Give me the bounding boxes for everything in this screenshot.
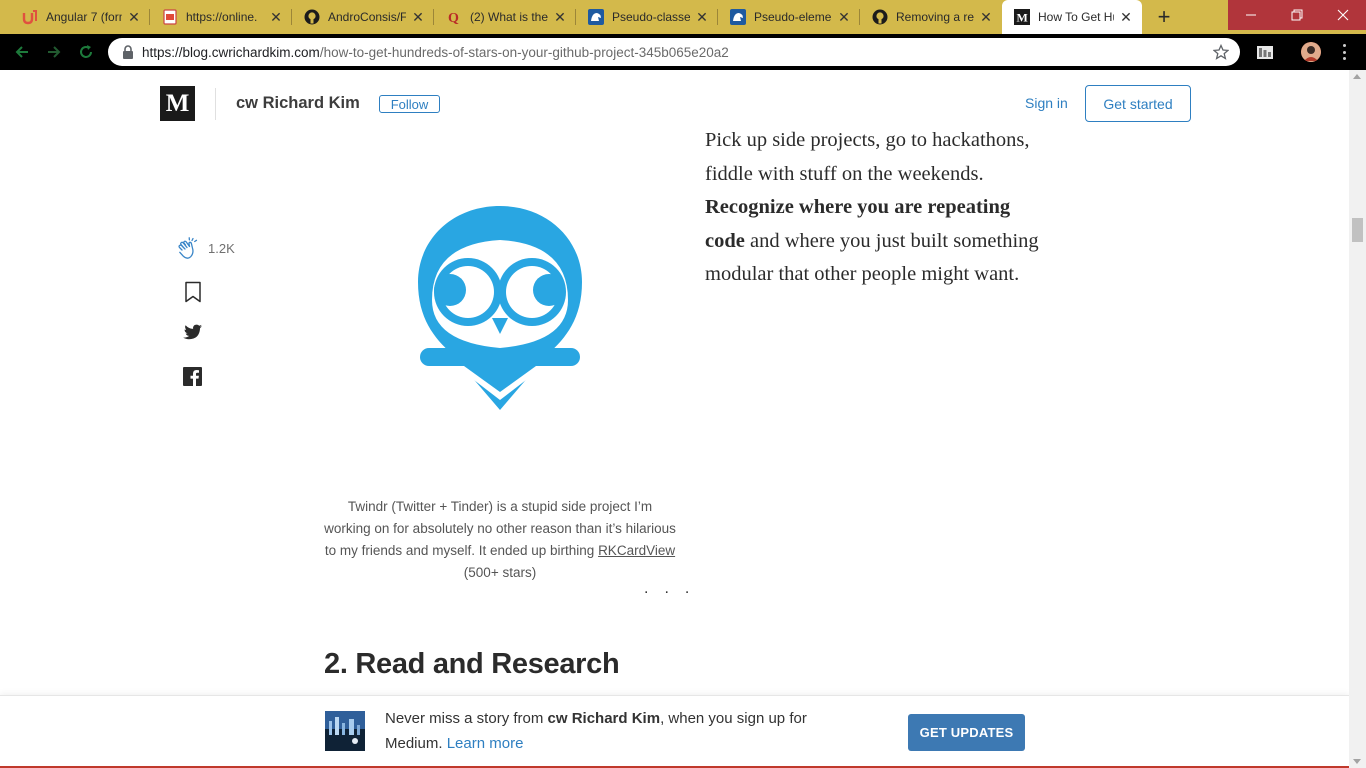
close-icon[interactable]: ✕ [268, 9, 284, 25]
reload-icon [80, 45, 92, 58]
tab-label: (2) What is the [470, 10, 548, 24]
github-icon [304, 9, 320, 25]
twitter-icon[interactable] [181, 323, 203, 343]
forward-button[interactable] [44, 42, 64, 62]
figure-caption: Twindr (Twitter + Tinder) is a stupid si… [324, 499, 676, 580]
lock-icon [120, 44, 136, 60]
address-bar[interactable]: https://blog.cwrichardkim.com/how-to-get… [108, 38, 1240, 66]
close-icon[interactable]: ✕ [410, 9, 426, 25]
back-button[interactable] [12, 42, 32, 62]
browser-toolbar: https://blog.cwrichardkim.com/how-to-get… [0, 34, 1366, 70]
quora-icon: Q [446, 9, 462, 25]
updates-footer: Never miss a story from cw Richard Kim, … [0, 695, 1349, 768]
browser-tab[interactable]: Q (2) What is the ✕ [434, 0, 576, 34]
tab-label: Removing a re [896, 10, 974, 24]
svg-text:Q: Q [448, 11, 459, 25]
browser-menu-icon[interactable] [1336, 44, 1352, 60]
tab-label: How To Get Hu [1038, 10, 1114, 24]
close-icon[interactable]: ✕ [978, 9, 994, 25]
browser-tab[interactable]: https://online. ✕ [150, 0, 292, 34]
clap-count: 1.2K [208, 241, 235, 256]
back-arrow-icon [15, 46, 28, 58]
new-tab-button[interactable]: + [1151, 4, 1177, 29]
mdn-icon [588, 9, 604, 25]
scroll-up-icon[interactable] [1353, 74, 1361, 79]
page-viewport: M cw Richard Kim Follow Sign in Get star… [0, 70, 1349, 768]
author-thumbnail [325, 711, 365, 751]
article-paragraph: Pick up side projects, go to hackathons,… [705, 129, 1039, 286]
restore-button[interactable] [1274, 0, 1320, 30]
close-icon[interactable]: ✕ [1118, 9, 1134, 25]
reload-button[interactable] [76, 42, 96, 62]
browser-tab[interactable]: Pseudo-eleme ✕ [718, 0, 860, 34]
close-icon[interactable]: ✕ [552, 9, 568, 25]
tab-label: https://online. [186, 10, 258, 24]
tab-label: Pseudo-classes [612, 10, 690, 24]
section-separator: ... [644, 580, 706, 597]
browser-tabstrip: Angular 7 (form ✕ https://online. ✕ Andr… [0, 0, 1366, 34]
updates-message: Never miss a story from cw Richard Kim, … [385, 710, 807, 752]
forward-arrow-icon [48, 46, 61, 58]
close-icon[interactable]: ✕ [694, 9, 710, 25]
rkcardview-link[interactable]: RKCardView [598, 543, 675, 558]
bookmark-star-icon[interactable] [1212, 43, 1230, 61]
extension-icon[interactable] [1256, 43, 1274, 61]
pdf-icon [162, 9, 178, 25]
publication-name[interactable]: cw Richard Kim [236, 94, 360, 113]
minimize-button[interactable] [1228, 0, 1274, 30]
browser-tab[interactable]: Angular 7 (form ✕ [10, 0, 150, 34]
profile-avatar[interactable] [1301, 42, 1321, 62]
github-icon [872, 9, 888, 25]
medium-logo[interactable]: M [160, 86, 195, 121]
scroll-down-icon[interactable] [1353, 759, 1361, 764]
follow-button[interactable]: Follow [379, 95, 440, 113]
browser-tab[interactable]: Removing a re ✕ [860, 0, 1002, 34]
url-text: https://blog.cwrichardkim.com/how-to-get… [142, 44, 729, 60]
tab-label: Angular 7 (form [46, 10, 122, 24]
clap-icon[interactable] [176, 236, 202, 262]
browser-tab[interactable]: Pseudo-classes ✕ [576, 0, 718, 34]
get-started-button[interactable]: Get started [1085, 85, 1191, 122]
get-updates-button[interactable]: GET UPDATES [908, 714, 1025, 751]
mdn-icon [730, 9, 746, 25]
browser-tab[interactable]: AndroConsis/F ✕ [292, 0, 434, 34]
bookmark-icon[interactable] [184, 281, 202, 303]
twindr-illustration [412, 200, 588, 416]
svg-text:M: M [1017, 11, 1028, 25]
tab-label: AndroConsis/F [328, 10, 406, 24]
close-window-button[interactable] [1320, 0, 1366, 30]
section-heading: 2. Read and Research [324, 648, 620, 680]
browser-tab-active[interactable]: M How To Get Hu ✕ [1002, 0, 1142, 34]
scrollbar-thumb[interactable] [1352, 218, 1363, 242]
header-divider [215, 88, 216, 120]
facebook-icon[interactable] [183, 367, 202, 386]
medium-icon: M [1014, 9, 1030, 25]
sign-in-link[interactable]: Sign in [1025, 95, 1068, 111]
learn-more-link[interactable]: Learn more [447, 735, 524, 752]
udemy-icon [22, 9, 38, 25]
footer-author: cw Richard Kim [547, 710, 661, 727]
tab-label: Pseudo-eleme [754, 10, 832, 24]
close-icon[interactable]: ✕ [126, 9, 142, 25]
page-scrollbar[interactable] [1349, 70, 1366, 768]
close-icon[interactable]: ✕ [836, 9, 852, 25]
